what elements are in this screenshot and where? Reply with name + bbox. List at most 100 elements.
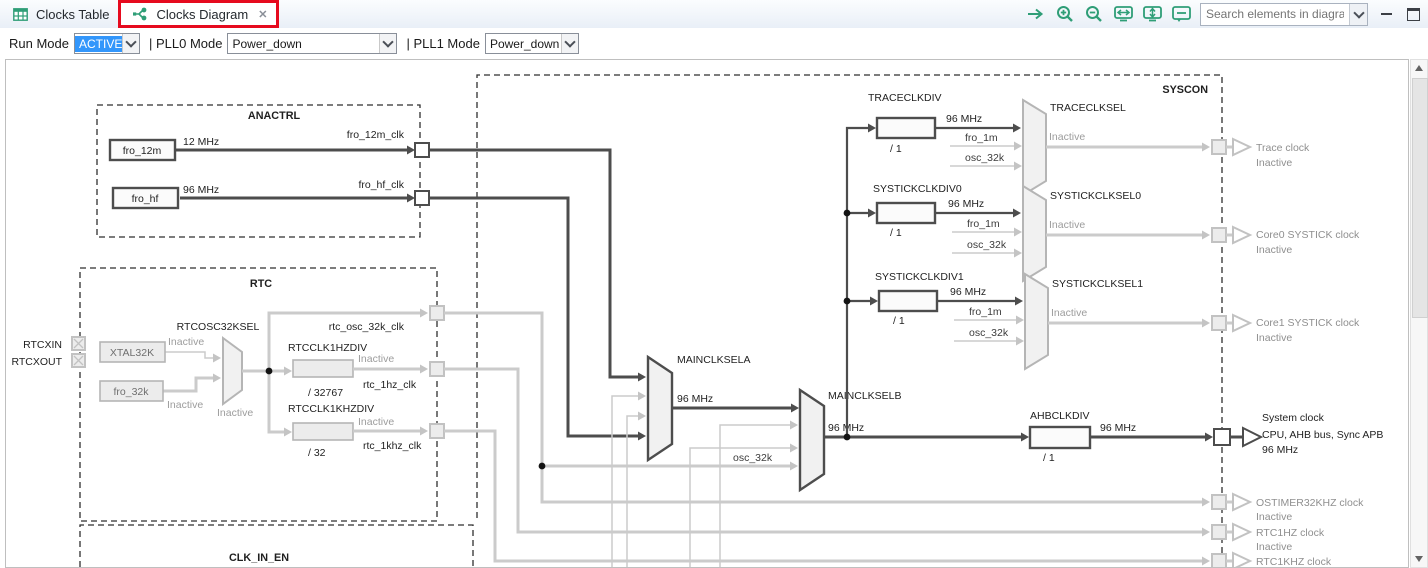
rtcclk1khzdiv[interactable] [293, 423, 353, 440]
port-rtc1khz-out[interactable] [1212, 554, 1226, 567]
mainclkselb-label: MAINCLKSELB [828, 390, 902, 402]
clocks-diagram-icon [130, 4, 150, 24]
pll0-mode-label: | PLL0 Mode [149, 36, 222, 51]
traceclksel-status: Inactive [1049, 131, 1085, 143]
flag-ostimer32khz [1233, 494, 1250, 510]
xtal32k-label: XTAL32K [110, 347, 154, 359]
pll1-mode-select[interactable]: Power_down [485, 33, 579, 54]
rtc-1khz-clk-label: rtc_1khz_clk [363, 440, 422, 452]
flag-core0-systick [1233, 227, 1250, 243]
rtc-1khz-status: Inactive [358, 416, 394, 428]
zoom-in-icon[interactable] [1055, 4, 1075, 24]
rtc-1hz-clk-label: rtc_1hz_clk [363, 379, 417, 391]
port-trace-clock[interactable] [1212, 140, 1226, 154]
scroll-down-icon[interactable] [1411, 551, 1427, 567]
pll1-chevron-icon[interactable] [561, 34, 578, 53]
rtcxout-label: RTCXOUT [11, 356, 62, 368]
rtcosc32ksel-status: Inactive [217, 407, 253, 419]
rtcclk1hzdiv-label: RTCCLK1HZDIV [288, 342, 367, 354]
pll0-chevron-icon[interactable] [379, 34, 396, 53]
port-rtc-1khz[interactable] [430, 424, 444, 438]
flag-core1-systick [1233, 315, 1250, 331]
junction-systick1 [844, 298, 851, 305]
systickclkdiv1-label: SYSTICKCLKDIV1 [875, 271, 964, 283]
systickclksel0-mux[interactable] [1023, 186, 1046, 281]
scrollbar-thumb[interactable] [1412, 78, 1428, 318]
run-mode-label: Run Mode [9, 36, 69, 51]
syscon-title: SYSCON [1162, 84, 1208, 96]
tab-clocks-table-label: Clocks Table [36, 7, 109, 22]
port-rtcxin[interactable] [72, 337, 85, 350]
systickclksel1-mux[interactable] [1025, 274, 1048, 369]
rtc-title: RTC [250, 278, 272, 290]
systickclkdiv0[interactable] [877, 203, 935, 223]
fro-32k-status: Inactive [167, 399, 203, 411]
rtcclk1khzdiv-value: / 32 [308, 447, 326, 459]
tab-clocks-table[interactable]: Clocks Table [0, 0, 119, 28]
port-rtc-osc-32k[interactable] [430, 306, 444, 320]
systickclkdiv1[interactable] [879, 291, 937, 311]
mainclkselb-mux[interactable] [800, 390, 824, 490]
systickclksel1-label: SYSTICKCLKSEL1 [1052, 278, 1143, 290]
wire-fro-32k [163, 378, 214, 391]
clocks-diagram-canvas[interactable]: ANACTRL RTC SYSCON CLK_IN_EN fro_12m fro… [6, 60, 1408, 567]
mainclksela-mux[interactable] [648, 357, 672, 460]
clocks-diagram-panel[interactable]: ANACTRL RTC SYSCON CLK_IN_EN fro_12m fro… [5, 59, 1409, 568]
run-mode-value: ACTIVE [75, 36, 122, 52]
diagram-search-box[interactable] [1200, 3, 1368, 26]
sel0-osc32k-label: osc_32k [967, 239, 1007, 251]
junction-main [844, 434, 851, 441]
port-rtcxout[interactable] [72, 354, 85, 367]
tab-clocks-diagram[interactable]: Clocks Diagram ✕ [119, 0, 278, 28]
forward-arrow-icon[interactable] [1026, 4, 1046, 24]
rtcosc32ksel-mux[interactable] [223, 338, 242, 404]
port-ostimer32khz[interactable] [1212, 495, 1226, 509]
tab-close-icon[interactable]: ✕ [258, 8, 267, 21]
wire-xtal32k [165, 352, 214, 358]
port-core0-systick[interactable] [1212, 228, 1226, 242]
rtcclk1hzdiv[interactable] [293, 360, 353, 377]
rtc1khz-label: RTC1KHZ clock [1256, 556, 1332, 567]
port-core1-systick[interactable] [1212, 316, 1226, 330]
port-system-clock[interactable] [1214, 429, 1230, 445]
pll1-mode-value: Power_down [486, 36, 561, 52]
collapse-notes-icon[interactable] [1171, 4, 1191, 24]
port-fro-hf-clk[interactable] [415, 191, 429, 205]
vertical-scrollbar[interactable] [1410, 59, 1428, 568]
systickclksel0-status: Inactive [1049, 219, 1085, 231]
trace-fro1m-label: fro_1m [965, 132, 998, 144]
traceclksel-mux[interactable] [1023, 100, 1046, 195]
traceclkdiv[interactable] [877, 118, 935, 138]
maximize-view-icon[interactable] [1404, 5, 1422, 23]
scroll-up-icon[interactable] [1411, 60, 1427, 76]
system-clock-label: System clock [1262, 412, 1325, 424]
minimize-view-icon[interactable] [1377, 5, 1395, 23]
port-fro-12m-clk[interactable] [415, 143, 429, 157]
wire-selb-in2 [720, 425, 791, 567]
mainclksela-freq: 96 MHz [677, 393, 713, 405]
diagram-search-input[interactable] [1201, 7, 1349, 21]
pll0-mode-select[interactable]: Power_down [227, 33, 397, 54]
ahbclkdiv-value: / 1 [1043, 452, 1055, 464]
traceclkdiv-freq: 96 MHz [946, 113, 982, 125]
fit-width-icon[interactable] [1113, 4, 1133, 24]
fro-hf-freq: 96 MHz [183, 184, 219, 196]
ostimer32khz-status: Inactive [1256, 511, 1292, 523]
run-mode-chevron-icon[interactable] [122, 34, 139, 53]
port-rtc-1hz[interactable] [430, 362, 444, 376]
ahb-freq: 96 MHz [1100, 422, 1136, 434]
osc-32k-branch-label: osc_32k [733, 452, 773, 464]
fro-12m-freq: 12 MHz [183, 136, 219, 148]
zoom-out-icon[interactable] [1084, 4, 1104, 24]
fit-height-icon[interactable] [1142, 4, 1162, 24]
run-mode-select[interactable]: ACTIVE [74, 33, 140, 54]
port-rtc1hz-out[interactable] [1212, 525, 1226, 539]
sel0-fro1m-label: fro_1m [967, 218, 1000, 230]
wire-fro-hf-clk [429, 198, 639, 436]
wire-sela-in3 [627, 416, 639, 567]
search-dropdown-chevron-icon[interactable] [1349, 4, 1367, 25]
ahbclkdiv[interactable] [1030, 427, 1090, 448]
core1-systick-label: Core1 SYSTICK clock [1256, 317, 1360, 329]
fro-12m-label: fro_12m [123, 145, 162, 157]
fro-hf-clk-label: fro_hf_clk [358, 179, 404, 191]
